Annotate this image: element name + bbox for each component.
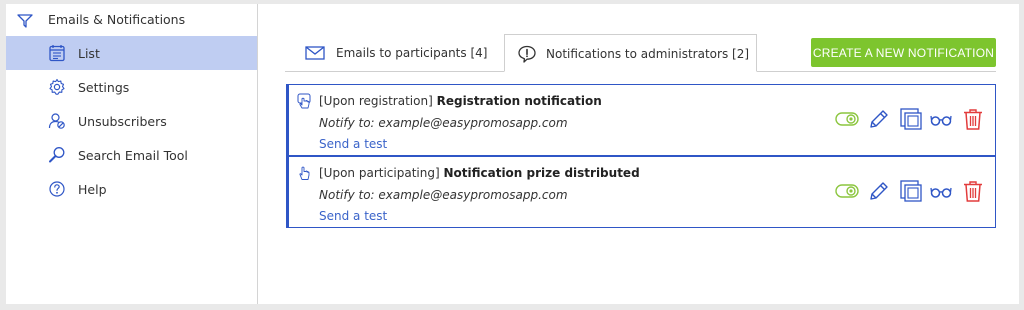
alert-bubble-icon [517,45,537,63]
notification-recipient: Notify to: example@easypromosapp.com [319,188,568,202]
sidebar-item-label: Help [78,182,107,197]
tab-emails-to-participants[interactable]: Emails to participants [4] [285,34,503,72]
notification-actions [835,179,985,203]
sidebar-item-label: Settings [78,80,130,95]
edit-pencil-icon[interactable] [867,179,891,203]
user-blocked-icon [48,112,66,130]
sidebar-header-label: Emails & Notifications [48,12,186,27]
notification-card: [Upon participating] Notification prize … [286,156,996,228]
paper-plane-icon [16,12,34,30]
list-icon [48,44,66,62]
sidebar-item-list[interactable]: List [6,36,257,70]
preview-glasses-icon[interactable] [929,179,953,203]
delete-trash-icon[interactable] [961,107,985,131]
sidebar-item-unsubscribers[interactable]: Unsubscribers [6,104,257,138]
create-new-notification-button[interactable]: CREATE A NEW NOTIFICATION [811,38,996,67]
edit-pencil-icon[interactable] [867,107,891,131]
notification-name: Notification prize distributed [443,166,640,180]
help-icon [48,180,66,198]
notification-trigger: [Upon participating] [319,166,440,180]
sidebar-item-label: Unsubscribers [78,114,167,129]
toggle-on-icon[interactable] [835,179,859,203]
search-icon [48,146,66,164]
sidebar-item-label: Search Email Tool [78,148,188,163]
sidebar-item-help[interactable]: Help [6,172,257,206]
tab-notifications-to-administrators[interactable]: Notifications to administrators [2] [504,34,757,72]
sidebar-item-label: List [78,46,100,61]
gear-icon [48,78,66,96]
notification-recipient: Notify to: example@easypromosapp.com [319,116,568,130]
send-test-link[interactable]: Send a test [319,209,387,223]
sidebar-header[interactable]: Emails & Notifications [6,4,257,36]
duplicate-icon[interactable] [899,107,923,131]
envelope-icon [305,44,325,62]
main-panel: Emails to participants [4] Notifications… [259,4,1019,304]
tab-label: Notifications to administrators [2] [546,47,750,61]
tab-label: Emails to participants [4] [336,46,488,60]
duplicate-icon[interactable] [899,179,923,203]
hand-pointer-icon [297,165,311,181]
preview-glasses-icon[interactable] [929,107,953,131]
app-frame: Emails & Notifications List Settings Uns… [6,4,1019,304]
notification-title: [Upon registration] Registration notific… [319,94,602,108]
notification-card: [Upon registration] Registration notific… [286,84,996,156]
sidebar-item-search-email-tool[interactable]: Search Email Tool [6,138,257,172]
hand-pointer-icon [297,93,311,109]
send-test-link[interactable]: Send a test [319,137,387,151]
notification-name: Registration notification [436,94,602,108]
delete-trash-icon[interactable] [961,179,985,203]
toggle-on-icon[interactable] [835,107,859,131]
notification-trigger: [Upon registration] [319,94,433,108]
notification-title: [Upon participating] Notification prize … [319,166,640,180]
notification-actions [835,107,985,131]
sidebar-item-settings[interactable]: Settings [6,70,257,104]
sidebar: Emails & Notifications List Settings Uns… [6,4,258,304]
